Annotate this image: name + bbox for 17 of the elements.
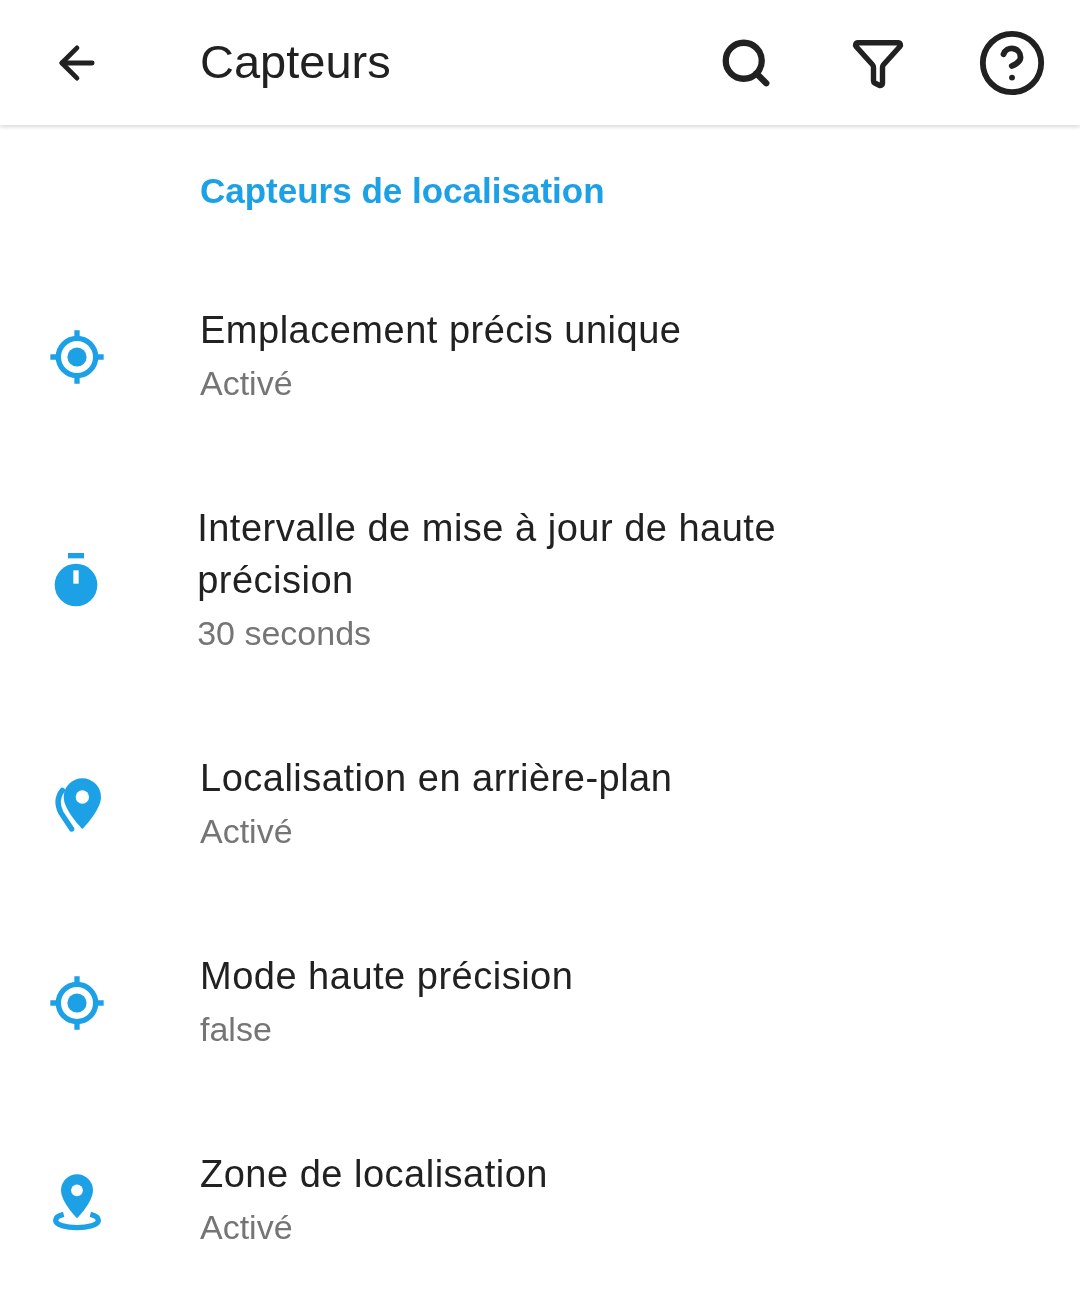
settings-item[interactable]: Emplacement précis unique Activé: [0, 258, 1080, 456]
item-subtitle: Activé: [200, 1207, 294, 1248]
settings-item[interactable]: Localisation en arrière-plan Activé: [0, 706, 1080, 904]
item-subtitle: Activé: [200, 363, 294, 404]
settings-item[interactable]: Intervalle de mise à jour de haute précision 30 seconds: [0, 456, 1080, 706]
settings-item[interactable]: Zone de localisation Activé: [0, 1102, 1080, 1300]
section-header: Capteurs de localisation: [200, 170, 605, 213]
item-title: Emplacement précis unique: [200, 308, 682, 353]
item-subtitle: false: [200, 1009, 273, 1050]
settings-item[interactable]: Mode haute précision false: [0, 904, 1080, 1102]
item-subtitle: Activé: [200, 811, 294, 852]
item-title: Localisation en arrière-plan: [200, 756, 673, 801]
item-title: Zone de localisation: [200, 1152, 548, 1197]
item-title: Intervalle de mise à jour de haute précision: [197, 506, 778, 603]
item-subtitle: 30 seconds: [197, 613, 373, 654]
item-title: Mode haute précision: [200, 954, 574, 999]
page-title: Capteurs: [200, 34, 391, 91]
